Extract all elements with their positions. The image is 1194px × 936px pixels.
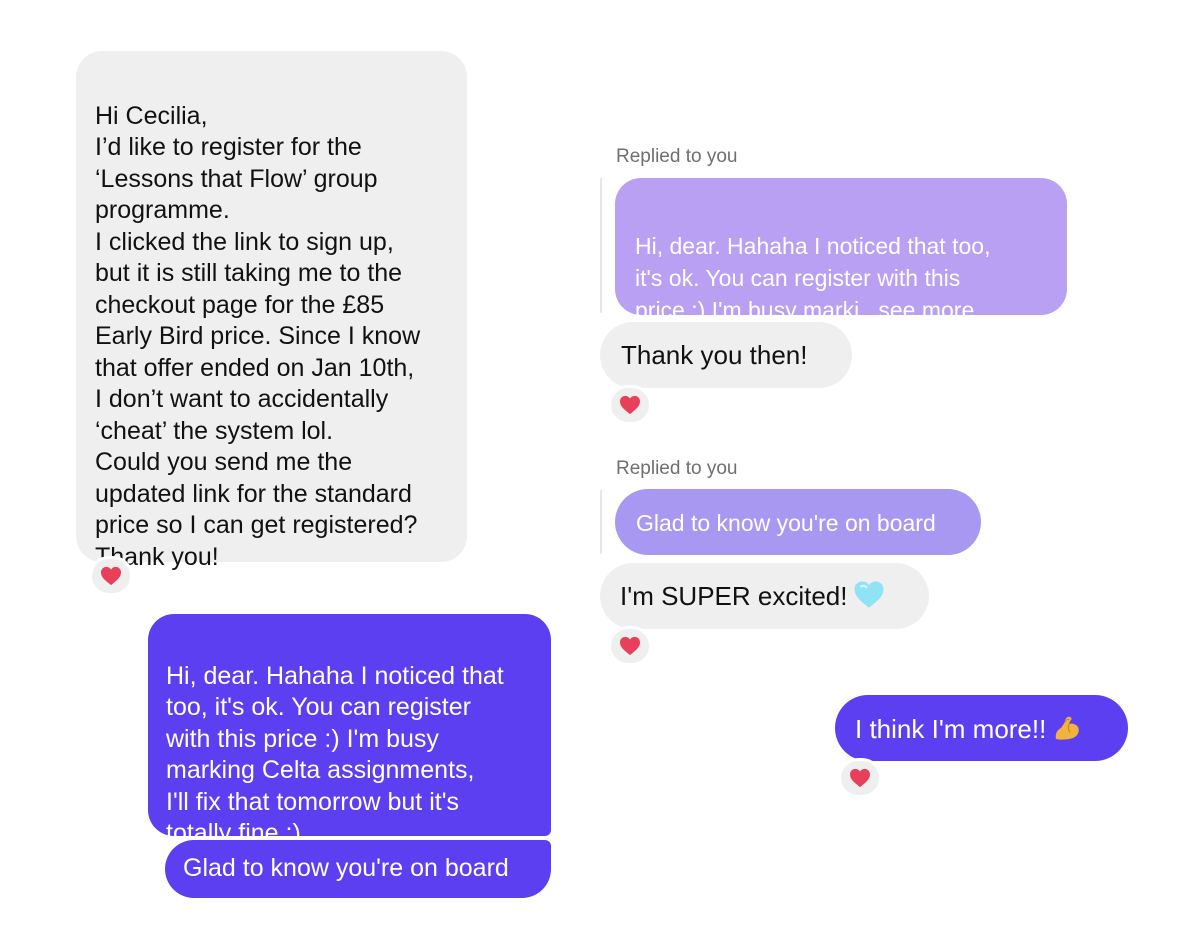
message-text: Glad to know you're on board (183, 854, 509, 882)
message-text: I'm SUPER excited! (620, 581, 848, 611)
message-bubble-received[interactable]: I'm SUPER excited! (600, 563, 929, 629)
message-bubble-received[interactable]: Thank you then! (600, 322, 852, 388)
quoted-message-preview[interactable]: Glad to know you're on board (615, 489, 981, 555)
quoted-message-preview[interactable]: Hi, dear. Hahaha I noticed that too, it'… (615, 178, 1067, 323)
light-blue-heart-icon (854, 581, 884, 608)
replied-to-you-label: Replied to you (616, 458, 738, 479)
reaction-heart[interactable] (838, 758, 882, 798)
quoted-message-text: Glad to know you're on board (636, 510, 936, 536)
red-heart-icon (620, 636, 640, 656)
reply-indicator-bar (600, 490, 602, 554)
message-bubble-received[interactable]: Hi Cecilia, I’d like to register for the… (76, 51, 467, 571)
red-heart-icon (620, 395, 640, 415)
quoted-message-text: Hi, dear. Hahaha I noticed that too, it'… (635, 233, 991, 323)
message-bubble-sent[interactable]: Glad to know you're on board (165, 840, 551, 898)
reaction-heart[interactable] (608, 385, 652, 425)
message-text: I think I'm more!! (855, 714, 1047, 744)
red-heart-icon (850, 768, 870, 788)
reply-indicator-bar (600, 178, 602, 313)
replied-to-you-label: Replied to you (616, 146, 738, 167)
message-text: Hi Cecilia, I’d like to register for the… (95, 101, 421, 571)
flexed-biceps-icon (1056, 716, 1080, 740)
message-bubble-sent[interactable]: I think I'm more!! (835, 695, 1128, 761)
message-bubble-sent[interactable]: Hi, dear. Hahaha I noticed that too, it'… (148, 614, 551, 847)
message-text: Hi, dear. Hahaha I noticed that too, it'… (166, 661, 504, 848)
reaction-heart[interactable] (608, 626, 652, 666)
red-heart-icon (101, 566, 121, 586)
reaction-heart[interactable] (89, 556, 133, 596)
message-text: Thank you then! (621, 340, 808, 370)
